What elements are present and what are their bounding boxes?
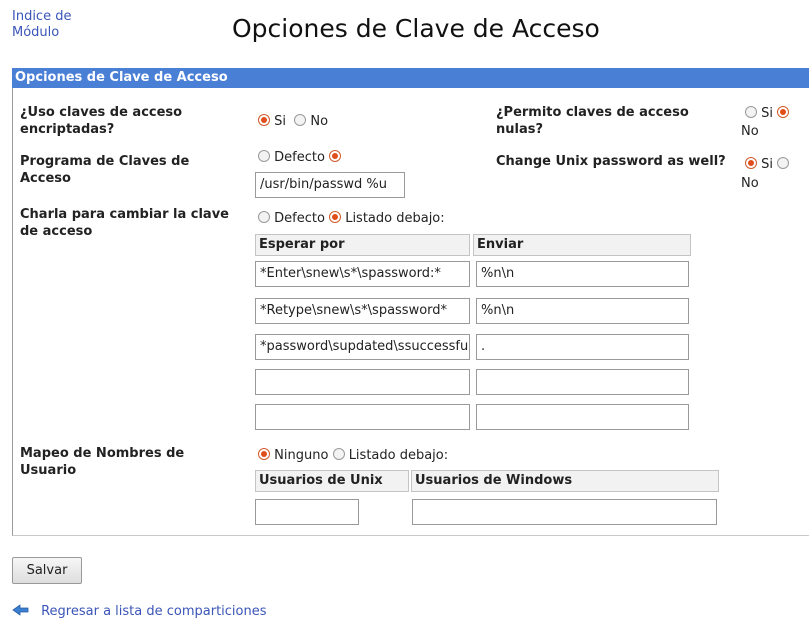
- chat-list-label: Listado debajo:: [345, 211, 445, 226]
- chat-default-label: Defecto: [274, 211, 325, 226]
- back-arrow-icon: [12, 604, 29, 616]
- chat-expect-input[interactable]: *Enter\snew\s*\spassword:*: [255, 261, 470, 287]
- chat-send-input[interactable]: [476, 369, 689, 395]
- back-link-row: Regresar a lista de comparticiones: [12, 600, 267, 619]
- chat-col-send: Enviar: [473, 234, 691, 256]
- pw-program-options: Defecto: [258, 150, 342, 166]
- unix-pw-radio-si[interactable]: [745, 157, 757, 169]
- unix-pw-label: Change Unix password as well?: [496, 154, 726, 169]
- encrypt-no-label: No: [310, 114, 329, 129]
- chat-expect-input[interactable]: *Retype\snew\s*\spassword*: [255, 298, 470, 324]
- chat-send-input[interactable]: .: [476, 334, 689, 360]
- pw-program-radio-custom[interactable]: [329, 150, 342, 162]
- null-pw-radio-si[interactable]: [745, 106, 757, 118]
- usermap-radio-list[interactable]: [332, 448, 345, 460]
- encrypt-options: Si No: [258, 114, 328, 130]
- chat-radio-list[interactable]: [329, 211, 342, 223]
- usermap-col-windows: Usuarios de Windows: [411, 470, 719, 492]
- chat-send-input[interactable]: %n\n: [476, 261, 689, 287]
- encrypt-radio-no[interactable]: [294, 114, 307, 126]
- unix-pw-options: Si: [745, 157, 790, 173]
- chat-expect-input[interactable]: [255, 369, 470, 395]
- unix-pw-no-label: No: [741, 176, 759, 191]
- null-pw-label: ¿Permito claves de acceso nulas?: [496, 105, 689, 137]
- usermap-none-label: Ninguno: [274, 448, 329, 463]
- usermap-options: Ninguno Listado debajo:: [258, 448, 448, 464]
- pw-program-input[interactable]: /usr/bin/passwd %u: [255, 172, 405, 198]
- chat-expect-input[interactable]: [255, 404, 470, 430]
- usermap-list-label: Listado debajo:: [348, 448, 449, 463]
- chat-label: Charla para cambiar la clave de acceso: [20, 207, 229, 239]
- pw-program-label: Programa de Claves de Acceso: [20, 154, 190, 186]
- chat-col-expect: Esperar por: [255, 234, 470, 256]
- chat-radio-default[interactable]: [258, 211, 270, 223]
- usermap-label: Mapeo de Nombres de Usuario: [20, 446, 185, 478]
- usermap-radio-none[interactable]: [258, 448, 270, 460]
- chat-send-input[interactable]: [476, 404, 689, 430]
- null-pw-radio-no[interactable]: [777, 106, 790, 118]
- pw-program-radio-default[interactable]: [258, 150, 270, 162]
- module-index-link[interactable]: Indice de Módulo: [12, 9, 71, 41]
- encrypt-label: ¿Uso claves de acceso encriptadas?: [20, 105, 183, 137]
- panel-header: Opciones de Clave de Acceso: [12, 68, 809, 88]
- usermap-col-unix: Usuarios de Unix: [255, 470, 409, 492]
- encrypt-si-label: Si: [274, 114, 287, 129]
- save-button[interactable]: Salvar: [12, 557, 82, 584]
- chat-send-input[interactable]: %n\n: [476, 298, 689, 324]
- page-title: Opciones de Clave de Acceso: [232, 14, 600, 43]
- unix-pw-radio-no[interactable]: [777, 157, 790, 169]
- chat-expect-input[interactable]: *password\supdated\ssuccessfully*: [255, 334, 470, 360]
- null-pw-options: Si: [745, 106, 790, 122]
- null-pw-no-label: No: [741, 124, 759, 139]
- unix-pw-si-label: Si: [761, 157, 774, 172]
- chat-options: Defecto Listado debajo:: [258, 211, 445, 227]
- encrypt-radio-si[interactable]: [258, 114, 270, 126]
- usermap-windows-input[interactable]: [412, 499, 717, 525]
- null-pw-si-label: Si: [761, 106, 774, 121]
- pw-program-default-label: Defecto: [274, 150, 325, 165]
- usermap-unix-input[interactable]: [255, 499, 359, 525]
